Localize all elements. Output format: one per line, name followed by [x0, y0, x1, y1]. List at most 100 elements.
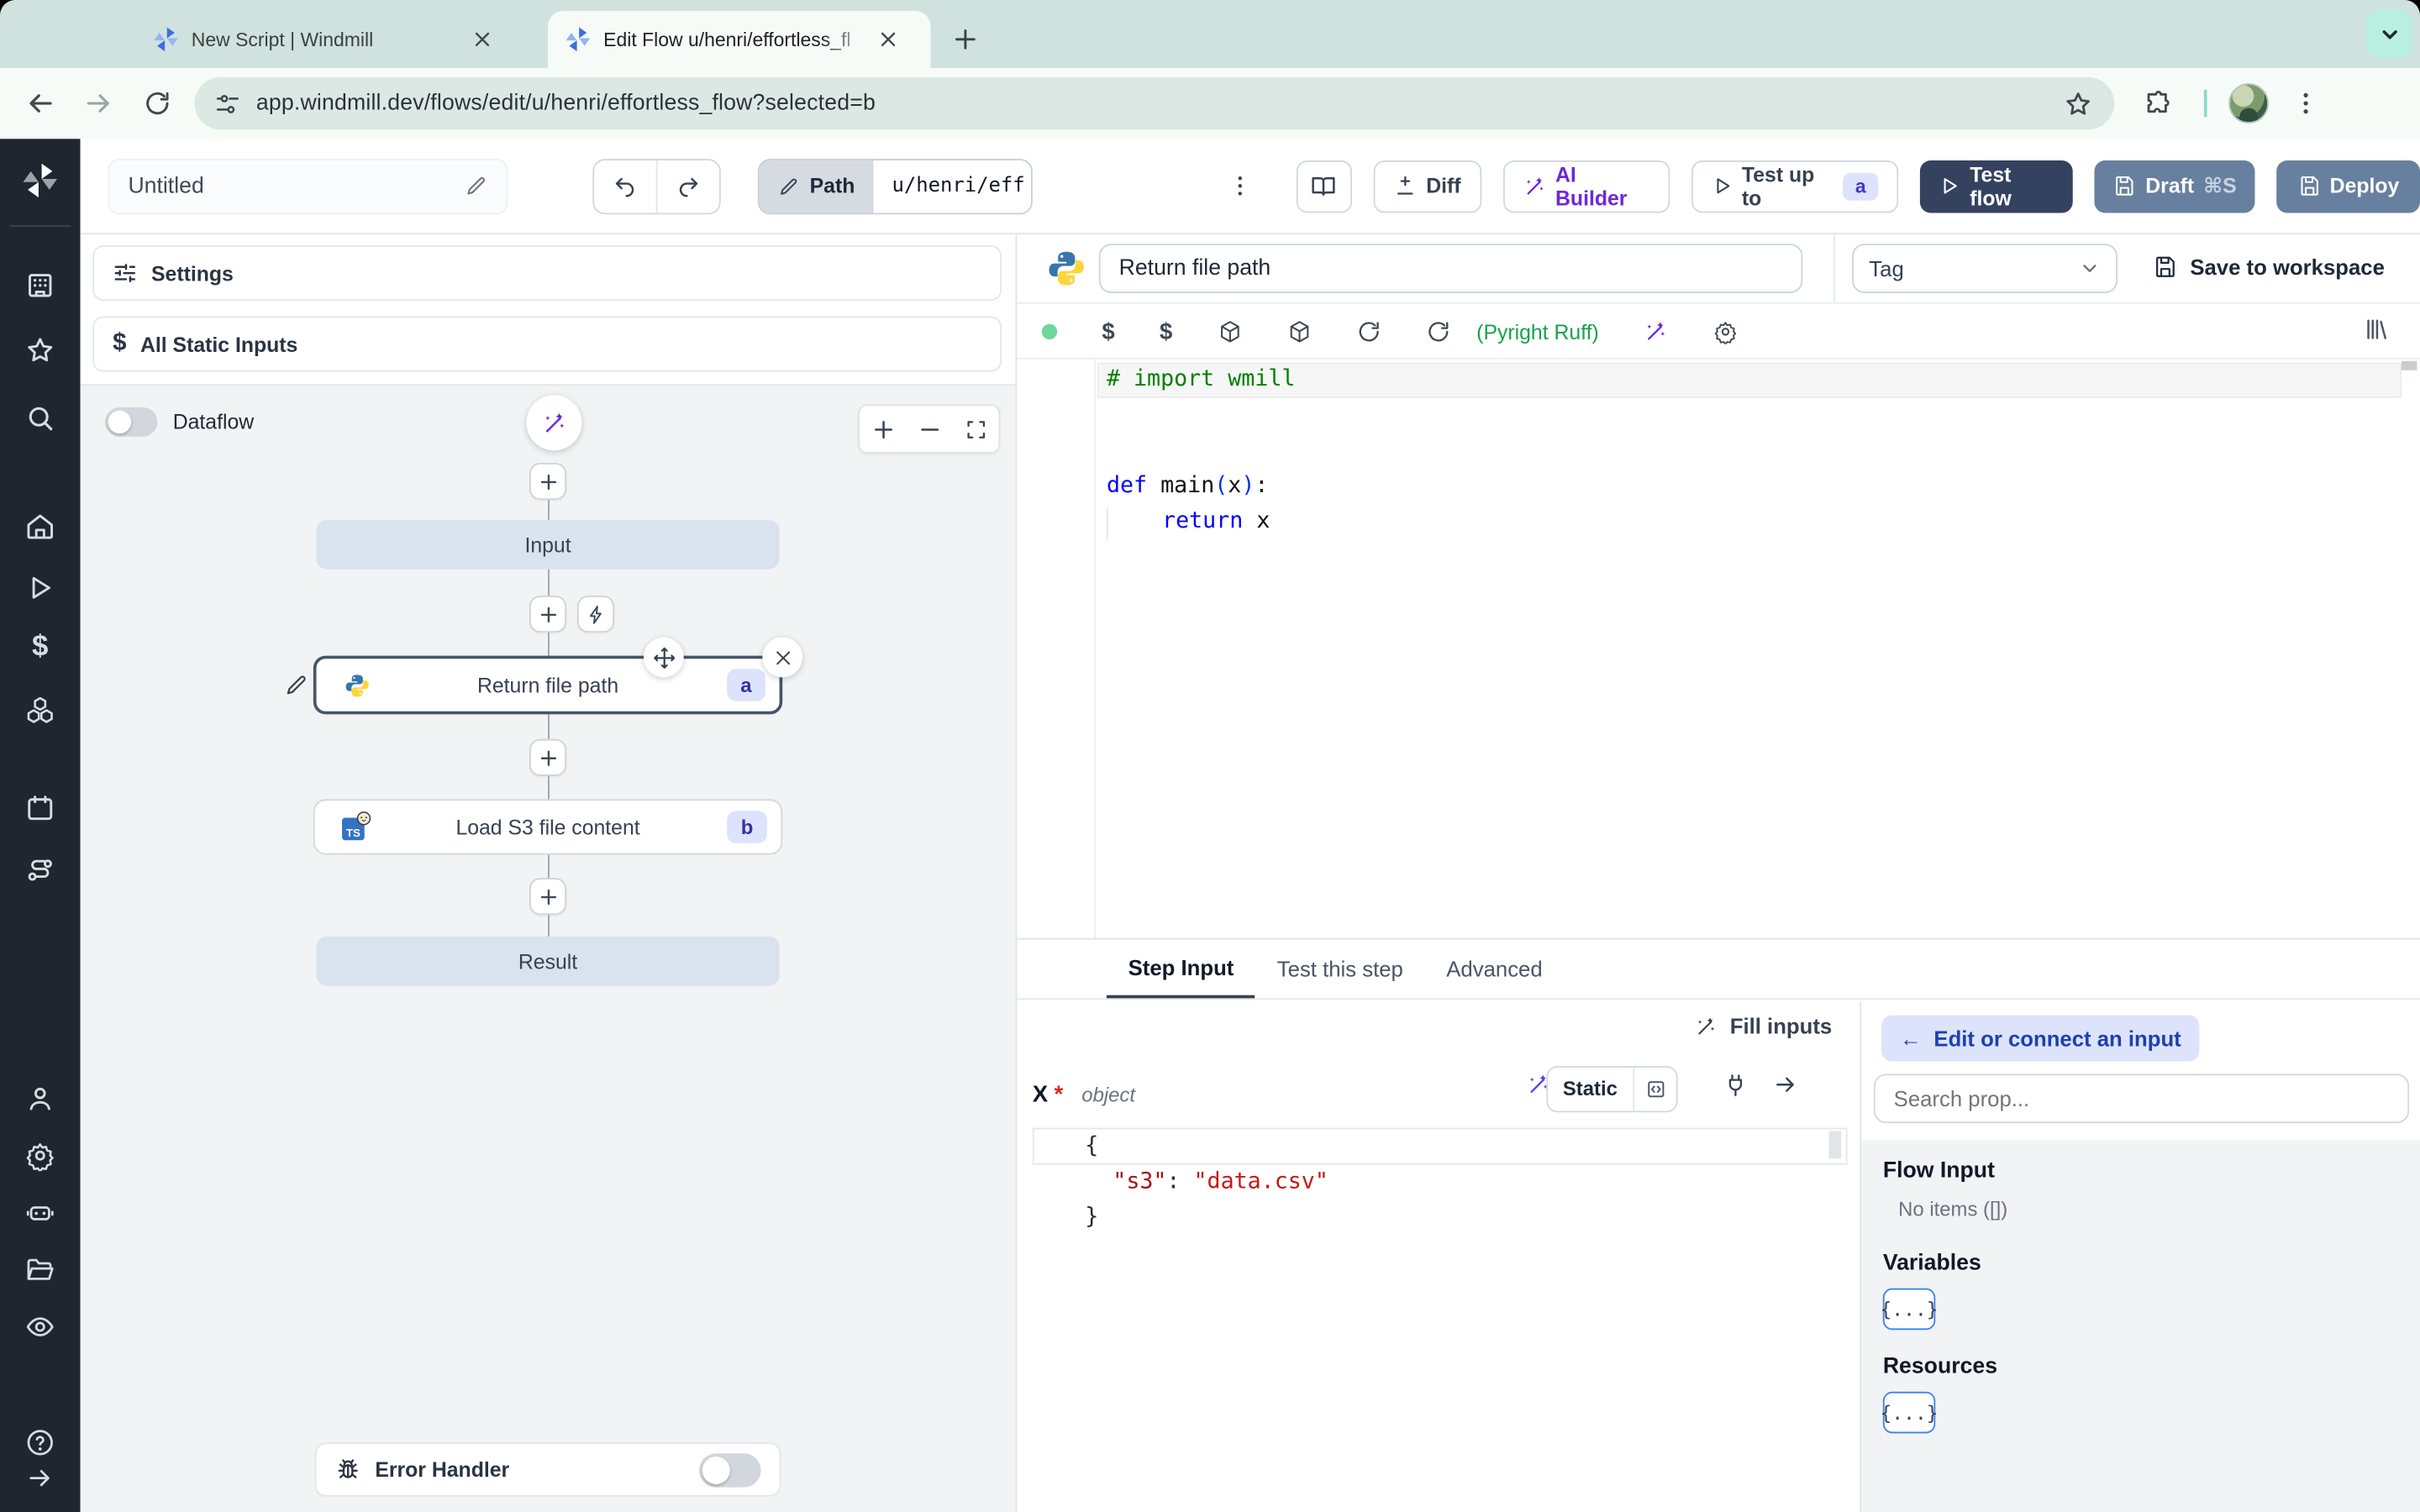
- zoom-in-button[interactable]: [860, 406, 906, 452]
- sidebar-item-runs[interactable]: [0, 564, 81, 611]
- draft-button[interactable]: Draft ⌘S: [2094, 160, 2255, 213]
- step-summary-input[interactable]: [1098, 244, 1803, 293]
- insert-step-button[interactable]: [529, 463, 567, 501]
- json-editor-toggle-button[interactable]: [1633, 1068, 1676, 1111]
- diff-button[interactable]: Diff: [1373, 160, 1481, 213]
- bookmark-star-icon[interactable]: [2062, 88, 2093, 119]
- insert-trigger-button[interactable]: [576, 595, 615, 633]
- flow-node-result[interactable]: Result: [316, 936, 780, 986]
- deploy-button[interactable]: Deploy: [2276, 160, 2420, 213]
- code-token: x: [1243, 509, 1270, 534]
- ai-assistant-wand-icon[interactable]: [1644, 319, 1668, 344]
- reload-button[interactable]: [133, 79, 182, 129]
- flow-settings-button[interactable]: Settings: [92, 245, 1002, 302]
- ai-builder-button[interactable]: AI Builder: [1502, 160, 1670, 213]
- tab-search-chevron-button[interactable]: [2365, 9, 2412, 59]
- sidebar-item-workers[interactable]: [0, 1189, 81, 1236]
- plug-connect-icon[interactable]: [1723, 1073, 1749, 1099]
- tab-step-input[interactable]: Step Input: [1106, 940, 1256, 999]
- sidebar-item-schedules[interactable]: [0, 785, 81, 832]
- undo-button[interactable]: [595, 160, 657, 213]
- sidebar-expand-icon[interactable]: [0, 1455, 81, 1501]
- tag-select[interactable]: Tag: [1852, 244, 2118, 293]
- wand-icon: [1697, 1016, 1714, 1034]
- windmill-logo-icon[interactable]: [0, 157, 81, 203]
- reload-assets-icon[interactable]: [1356, 319, 1381, 344]
- edit-or-connect-button[interactable]: ← Edit or connect an input: [1881, 1015, 2200, 1062]
- search-prop-input[interactable]: [1873, 1074, 2410, 1124]
- dataflow-toggle[interactable]: [104, 407, 158, 437]
- json-line: {: [1085, 1133, 1099, 1159]
- more-options-icon[interactable]: [1218, 163, 1262, 209]
- all-static-inputs-button[interactable]: $ All Static Inputs: [92, 316, 1002, 372]
- package-icon[interactable]: [1286, 319, 1311, 344]
- insert-step-button[interactable]: [529, 595, 567, 633]
- delete-step-button[interactable]: [762, 637, 803, 678]
- save-to-workspace-button[interactable]: Save to workspace: [2153, 255, 2385, 279]
- site-settings-icon[interactable]: [213, 90, 240, 118]
- ai-flow-wand-button[interactable]: [526, 395, 582, 451]
- code-editor[interactable]: # import wmill def main(x): return x: [1017, 359, 2420, 938]
- redo-button[interactable]: [657, 160, 719, 212]
- sidebar-item-favorites[interactable]: [0, 327, 81, 373]
- tab-advanced[interactable]: Advanced: [1425, 940, 1565, 999]
- step-tabs-bar: Step Input Test this step Advanced: [1017, 937, 2420, 1000]
- sidebar-item-variables[interactable]: $: [0, 625, 81, 671]
- test-flow-button[interactable]: Test flow: [1919, 160, 2073, 213]
- flow-node-step-a[interactable]: Return file path a: [287, 637, 803, 715]
- variables-picker-icon[interactable]: $: [1102, 318, 1114, 344]
- tab-close-icon[interactable]: [875, 27, 899, 51]
- browser-tab-edit-flow[interactable]: Edit Flow u/henri/effortless_fl: [548, 10, 931, 68]
- lint-status[interactable]: (Pyright Ruff): [1476, 320, 1599, 344]
- profile-avatar[interactable]: [2228, 83, 2269, 123]
- editor-settings-gear-icon[interactable]: [1713, 319, 1738, 344]
- path-group[interactable]: Path u/henri/eff: [757, 158, 1033, 214]
- docs-button[interactable]: [1296, 160, 1353, 213]
- fill-inputs-button[interactable]: Fill inputs: [1695, 1014, 1832, 1038]
- resources-expand-button[interactable]: {...}: [1880, 1391, 1939, 1434]
- insert-step-button[interactable]: [529, 738, 567, 776]
- pencil-icon[interactable]: [465, 175, 488, 198]
- back-button[interactable]: [15, 79, 65, 129]
- extensions-icon[interactable]: [2133, 79, 2182, 129]
- static-mode-button[interactable]: Static: [1547, 1068, 1634, 1111]
- error-handler-toggle[interactable]: [699, 1452, 761, 1487]
- path-button[interactable]: Path: [759, 160, 874, 213]
- library-icon[interactable]: [2363, 317, 2389, 343]
- variables-expand-button[interactable]: {...}: [1880, 1288, 1939, 1331]
- json-arg-editor[interactable]: { "s3": "data.csv" }: [1032, 1127, 1848, 1246]
- sidebar-item-search[interactable]: [0, 395, 81, 441]
- flow-node-step-b[interactable]: TS Load S3 file content b: [313, 799, 783, 855]
- flow-name-field[interactable]: Untitled: [108, 158, 508, 214]
- sidebar-item-folders[interactable]: [0, 1247, 81, 1293]
- sidebar-item-home[interactable]: [0, 503, 81, 549]
- tab-close-icon[interactable]: [469, 27, 493, 51]
- sidebar-item-user[interactable]: [0, 1075, 81, 1121]
- new-tab-button[interactable]: [944, 18, 985, 59]
- test-up-to-button[interactable]: Test up to a: [1691, 160, 1899, 213]
- sidebar-item-settings[interactable]: [0, 1132, 81, 1179]
- reload-deps-icon[interactable]: [1426, 319, 1450, 344]
- sidebar-item-workspace[interactable]: [0, 262, 81, 308]
- edit-step-pencil-icon[interactable]: [284, 673, 308, 697]
- error-handler-card[interactable]: Error Handler: [314, 1442, 781, 1497]
- fit-view-button[interactable]: [952, 406, 998, 452]
- forward-button[interactable]: [74, 79, 124, 129]
- editor-scroll-indicator[interactable]: [2401, 360, 2417, 370]
- package-icon[interactable]: [1218, 319, 1242, 344]
- expand-arrow-icon[interactable]: [1773, 1073, 1797, 1097]
- move-step-handle[interactable]: [643, 637, 684, 678]
- insert-step-button[interactable]: [529, 878, 567, 916]
- tab-test-this-step[interactable]: Test this step: [1255, 940, 1424, 999]
- browser-menu-icon[interactable]: [2281, 79, 2331, 129]
- sidebar-item-routes[interactable]: [0, 847, 81, 893]
- resources-picker-icon[interactable]: $: [1160, 318, 1172, 344]
- browser-tab-new-script[interactable]: New Script | Windmill: [136, 11, 525, 68]
- flow-node-input[interactable]: Input: [316, 519, 780, 570]
- zoom-out-button[interactable]: [906, 406, 952, 452]
- sidebar-item-resources[interactable]: [0, 686, 81, 732]
- sidebar-item-audit-logs[interactable]: [0, 1304, 81, 1350]
- address-bar[interactable]: app.windmill.dev/flows/edit/u/henri/effo…: [194, 76, 2115, 130]
- flow-graph-canvas[interactable]: Dataflow Input Return file path a TS Loa…: [80, 384, 1016, 1512]
- json-scrollbar-thumb[interactable]: [1828, 1131, 1842, 1159]
